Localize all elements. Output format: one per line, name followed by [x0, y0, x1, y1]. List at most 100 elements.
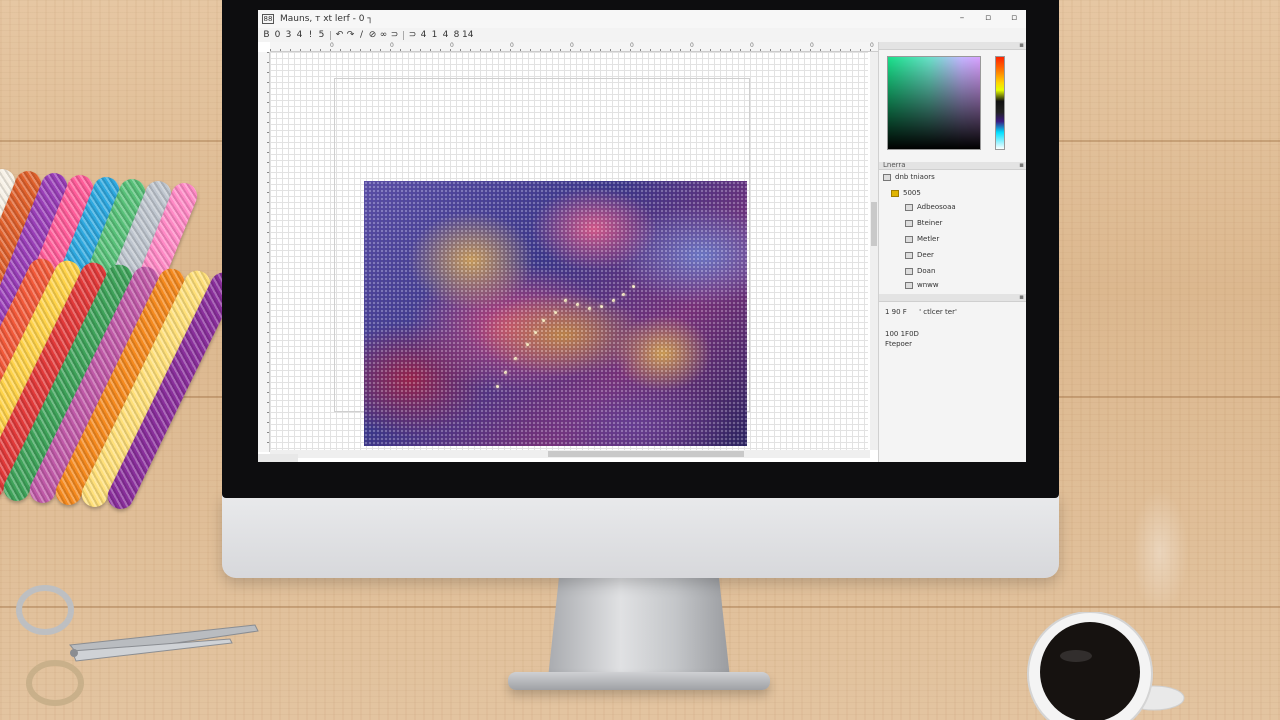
vertical-scroll-thumb[interactable] — [871, 202, 877, 246]
layer-label: Deer — [917, 251, 934, 259]
layer-label: Metler — [917, 235, 940, 243]
ruler-label: 0 — [390, 42, 394, 49]
toolbar-tool-button[interactable]: ∞ — [378, 29, 389, 41]
toolbar-tool-button[interactable]: 4 — [418, 29, 429, 41]
ruler-label: 0 — [690, 42, 694, 49]
scissors-icon — [16, 585, 259, 706]
toolbar-tool-button[interactable]: ↷ — [345, 29, 356, 41]
window-controls: – ▫ ▫ — [956, 12, 1020, 25]
layer-row[interactable]: Deer — [879, 248, 1026, 262]
ruler-label: 0 — [570, 42, 574, 49]
toolbar-tool-button[interactable]: 14 — [462, 29, 473, 41]
layer-row[interactable]: Metler — [879, 232, 1026, 246]
toolbar-tool-button[interactable]: 1 — [429, 29, 440, 41]
color-picker-field[interactable] — [887, 56, 981, 150]
horizontal-scroll-thumb[interactable] — [548, 451, 744, 457]
layer-label: 5005 — [903, 189, 921, 197]
sparkle-stitch — [542, 319, 545, 322]
panel-collapse-icon[interactable]: ▪ — [1019, 161, 1024, 169]
ruler-label: 0 — [450, 42, 454, 49]
minimize-button[interactable]: – — [956, 12, 968, 25]
ruler-label: 0 — [330, 42, 334, 49]
folder-icon — [883, 173, 891, 181]
layer-icon — [905, 281, 913, 289]
layer-label: dnb tniaors — [895, 173, 935, 181]
sparkle-stitch — [632, 285, 635, 288]
sparkle-stitch — [622, 293, 625, 296]
sparkle-stitch — [526, 343, 529, 346]
horizontal-ruler: 0 0 0 0 0 0 0 0 0 0 — [270, 42, 880, 52]
sparkle-stitch — [612, 299, 615, 302]
layers-panel-title: Lnerra — [883, 161, 906, 169]
ruler-label: 0 — [510, 42, 514, 49]
layer-row[interactable]: Doan — [879, 264, 1026, 278]
info-line: 100 1F0D — [885, 330, 919, 338]
toolbar-separator — [330, 30, 331, 40]
ruler-label: 0 — [750, 42, 754, 49]
toolbar-tool-button[interactable]: 4 — [440, 29, 451, 41]
sparkle-stitch — [534, 331, 537, 334]
cross-stitch-pattern-image[interactable] — [364, 181, 747, 446]
horizontal-scrollbar[interactable] — [270, 450, 870, 458]
sparkle-stitch — [564, 299, 567, 302]
ruler-label: 0 — [630, 42, 634, 49]
toolbar-tool-button[interactable]: ↶ — [334, 29, 345, 41]
layers-panel-header: Lnerra ▪ — [879, 161, 1026, 170]
info-panel-header: ▪ — [879, 293, 1026, 302]
toolbar-tool-button[interactable]: ⊃ — [389, 29, 400, 41]
color-panel-header: ▪ — [879, 41, 1026, 50]
layer-label: Adbeosoaa — [917, 203, 956, 211]
toolbar-tool-button[interactable]: 4 — [294, 29, 305, 41]
layer-row[interactable]: wnww — [879, 278, 1026, 292]
sparkle-stitch — [554, 311, 557, 314]
title-bar: 88 Mauns, т xt lerf - 0 ┐ – ▫ ▫ — [258, 10, 1026, 28]
panel-collapse-icon[interactable]: ▪ — [1019, 293, 1024, 301]
info-value: 1 90 F — [885, 308, 907, 316]
info-extra: ' ctlcer ter' — [919, 308, 957, 316]
layer-label: Doan — [917, 267, 936, 275]
toolbar-tool-button[interactable]: ⊘ — [367, 29, 378, 41]
toolbar-tool-button[interactable]: ! — [305, 29, 316, 41]
sparkle-stitch — [496, 385, 499, 388]
window-title: Mauns, т xt lerf - 0 ┐ — [280, 14, 373, 24]
pattern-canvas[interactable] — [270, 52, 868, 450]
screen: 88 Mauns, т xt lerf - 0 ┐ – ▫ ▫ B 0 3 4! 5 ↶ ↷… — [258, 10, 1026, 462]
toolbar-tool-button[interactable]: / — [356, 29, 367, 41]
vertical-ruler — [258, 52, 270, 452]
layer-icon — [905, 267, 913, 275]
status-bar — [258, 454, 298, 462]
monitor-stand-neck — [548, 578, 730, 678]
layer-row[interactable]: Adbeosoaa — [879, 200, 1026, 214]
vertical-scrollbar[interactable] — [870, 52, 878, 450]
toolbar-tool-button[interactable]: ⊃ — [407, 29, 418, 41]
close-button[interactable]: ▫ — [1008, 12, 1020, 25]
toolbar-tool-button[interactable]: 0 — [272, 29, 283, 41]
layer-icon — [905, 219, 913, 227]
layer-row[interactable]: Bteiner — [879, 216, 1026, 230]
sparkle-stitch — [600, 305, 603, 308]
coffee-steam — [1080, 420, 1240, 640]
toolbar-separator — [403, 30, 404, 40]
sparkle-stitch — [504, 371, 507, 374]
coffee-cup-icon — [1027, 612, 1185, 720]
side-panel: ▪ Lnerra ▪ dnb tniaors 5005 Adbeosoaa Btein… — [878, 41, 1026, 462]
maximize-button[interactable]: ▫ — [982, 12, 994, 25]
layer-row[interactable]: dnb tniaors — [879, 170, 1026, 184]
toolbar-tool-button[interactable]: 8 — [451, 29, 462, 41]
sparkle-stitch — [588, 307, 591, 310]
toolbar-tool-button[interactable]: 5 — [316, 29, 327, 41]
layer-row[interactable]: 5005 — [879, 186, 1026, 200]
info-line: Ftepoer — [885, 340, 912, 348]
layer-icon — [905, 235, 913, 243]
layer-icon — [905, 203, 913, 211]
monitor-stand-base — [508, 672, 770, 690]
hue-slider[interactable] — [995, 56, 1005, 150]
embroidery-threads — [0, 165, 241, 610]
toolbar-tool-button[interactable]: B — [261, 29, 272, 41]
ruler-label: 0 — [810, 42, 814, 49]
sparkle-stitch — [514, 357, 517, 360]
layer-label: wnww — [917, 281, 939, 289]
panel-collapse-icon[interactable]: ▪ — [1019, 41, 1024, 49]
toolbar-tool-button[interactable]: 3 — [283, 29, 294, 41]
toolbar: B 0 3 4! 5 ↶ ↷ / ⊘ ∞ ⊃ ⊃ 4 1 4 8 14 — [258, 28, 1026, 42]
